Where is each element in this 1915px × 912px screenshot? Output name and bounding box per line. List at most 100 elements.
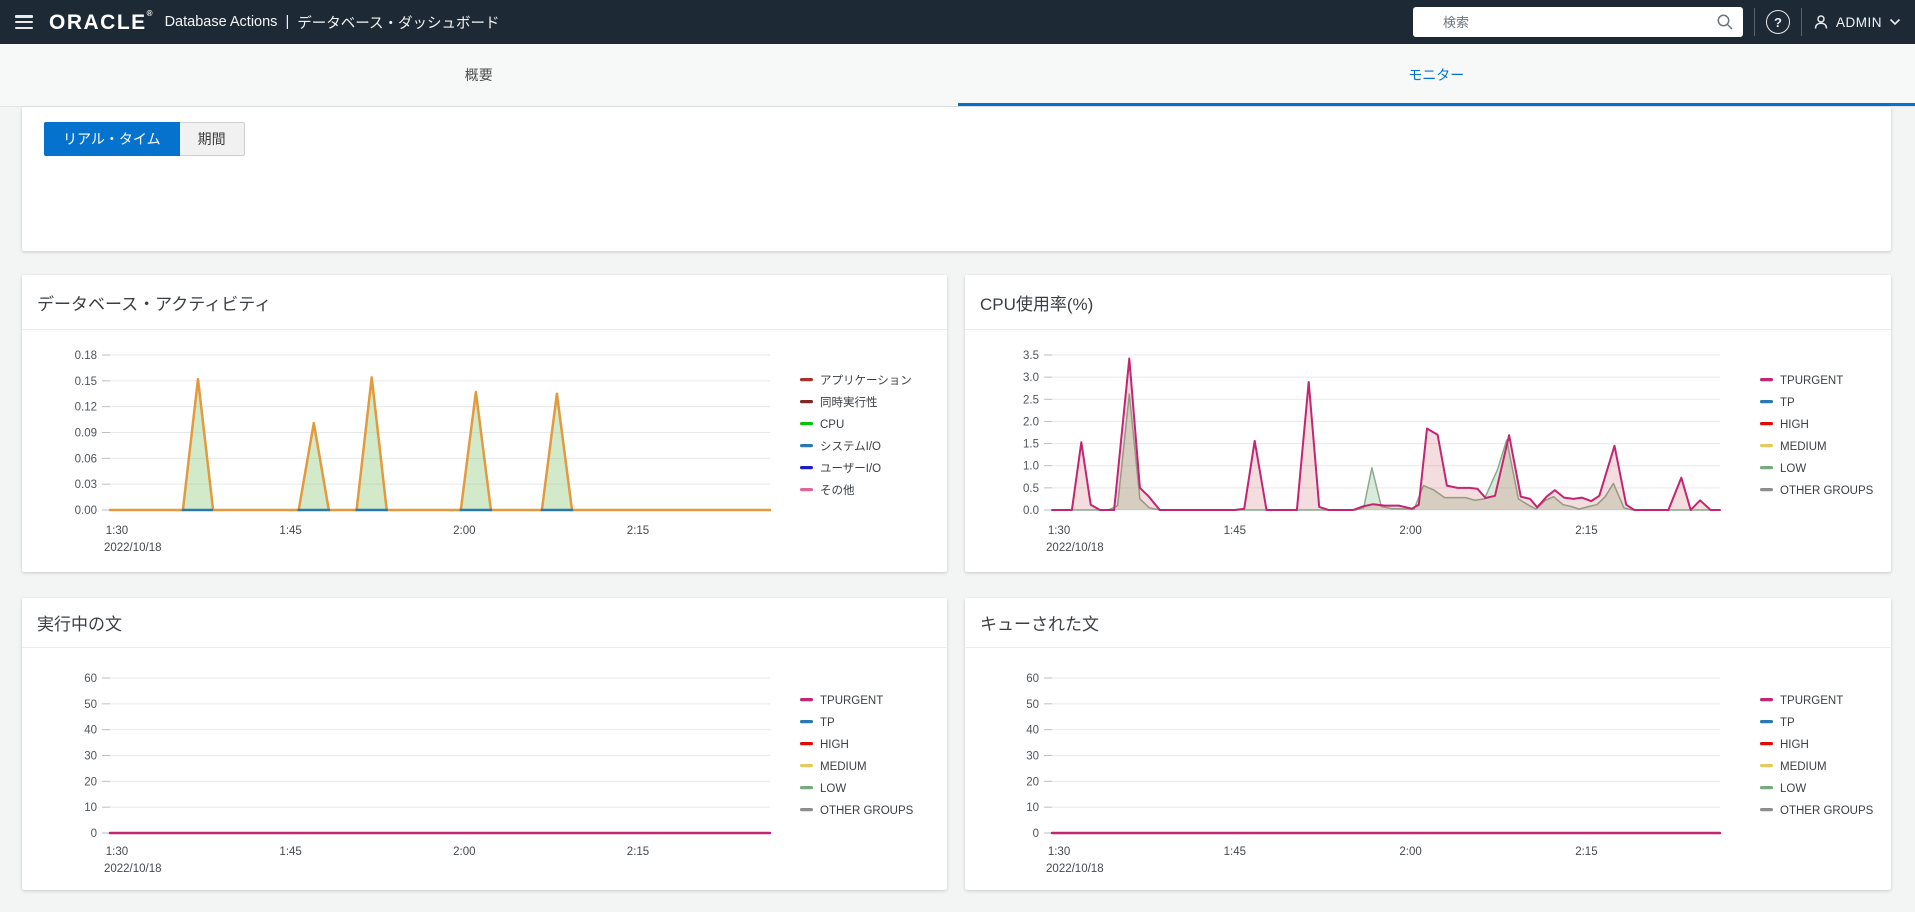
search-input[interactable] (1413, 7, 1743, 37)
chart-label: ユーザーI/O (820, 462, 881, 475)
realtime-button[interactable]: リアル・タイム (44, 122, 180, 156)
legend-swatch (1760, 698, 1773, 702)
chart-label: LOW (820, 783, 846, 795)
chart-label: TP (1780, 397, 1795, 409)
chart-label: 1:30 (1048, 846, 1070, 858)
chevron-down-icon (1889, 18, 1901, 26)
legend-swatch (800, 444, 813, 448)
page-title: データベース・ダッシュボード (297, 15, 500, 32)
legend-swatch (1760, 742, 1773, 746)
chart-label: 30 (1026, 751, 1039, 763)
user-icon (1814, 15, 1828, 29)
chart-label: 60 (84, 673, 97, 685)
chart-label: 3.0 (1023, 372, 1039, 384)
chart-label: 2022/10/18 (1046, 863, 1104, 875)
hamburger-menu-icon[interactable] (15, 15, 33, 29)
registered-mark: ® (146, 8, 153, 18)
app-title: Database Actions | データベース・ダッシュボード (165, 12, 500, 33)
database-activity-chart: 0.18 0.15 0.12 0.09 0.06 0.03 0.00 1:30 1:45 2:00… (75, 350, 912, 554)
user-menu[interactable]: ADMIN (1813, 14, 1901, 30)
cpu-usage-panel: CPU使用率(%) 3.5 3.0 2.5 2.0 1.5 1.0 0.5 0.0 1:30 1:… (965, 275, 1891, 572)
legend-swatch (800, 720, 813, 724)
chart-label: TPURGENT (1780, 375, 1843, 387)
title-separator: | (285, 14, 290, 30)
chart-label: 2:15 (627, 846, 649, 858)
queued-statements-panel: キューされた文 60 50 40 30 20 10 0 1:30 1:45 2:00 2:15 202… (965, 598, 1891, 890)
chart-label: 50 (1026, 699, 1039, 711)
chart-label: TPURGENT (820, 695, 883, 707)
legend-swatch (800, 742, 813, 746)
series-fill-TPURGENT (1052, 358, 1720, 510)
legend-swatch (1760, 720, 1773, 724)
legend-swatch (800, 400, 813, 404)
legend-swatch (1760, 808, 1773, 812)
chart-label: システムI/O (820, 440, 881, 453)
series-fill-wait-activity (110, 377, 770, 510)
chart-label: MEDIUM (1780, 761, 1827, 773)
legend-swatch (1760, 786, 1773, 790)
chart-label: 3.5 (1023, 350, 1039, 362)
chart-label: 2:15 (1575, 525, 1597, 537)
tab-overview[interactable]: 概要 (0, 44, 958, 106)
period-button[interactable]: 期間 (179, 122, 245, 156)
chart-label: 0.18 (75, 350, 97, 362)
help-icon[interactable]: ? (1766, 10, 1790, 34)
chart-label: 2022/10/18 (1046, 542, 1104, 554)
chart-label: 2:15 (1575, 846, 1597, 858)
chart-label: 1:45 (279, 525, 301, 537)
chart-label: LOW (1780, 463, 1806, 475)
chart-label: OTHER GROUPS (1780, 805, 1874, 817)
legend-swatch (1760, 466, 1773, 470)
chart-label: TP (1780, 717, 1795, 729)
legend-swatch (800, 422, 813, 426)
legend-swatch (1760, 444, 1773, 448)
chart-label: 10 (84, 802, 97, 814)
chart-label: 2:00 (1399, 525, 1421, 537)
queued-statements-chart: 60 50 40 30 20 10 0 1:30 1:45 2:00 2:15 2022/10/18 T… (1026, 673, 1874, 875)
oracle-logo: ORACLE® (49, 8, 153, 34)
chart-label: HIGH (1780, 739, 1809, 751)
database-activity-panel: データベース・アクティビティ 0.18 0.15 0.12 0.09 0.06 0.03 0… (22, 275, 947, 572)
chart-label: 2:15 (627, 525, 649, 537)
time-mode-panel: リアル・タイム 期間 (22, 107, 1891, 251)
chart-label: アプリケーション (820, 374, 912, 387)
chart-label: 10 (1026, 802, 1039, 814)
search-icon[interactable] (1716, 13, 1734, 31)
chart-label: 2.0 (1023, 416, 1039, 428)
user-name: ADMIN (1836, 14, 1882, 30)
legend-swatch (800, 698, 813, 702)
chart-label: 0.03 (75, 479, 97, 491)
chart-label: 2022/10/18 (104, 542, 162, 554)
legend-swatch (1760, 378, 1773, 382)
chart-label: 0.5 (1023, 483, 1039, 495)
legend-swatch (800, 378, 813, 382)
chart-label: 20 (1026, 776, 1039, 788)
chart-label: 同時実行性 (820, 395, 878, 409)
running-statements-panel: 実行中の文 60 50 40 30 20 10 0 1:30 1:45 2:00 2:15 2022/… (22, 598, 947, 890)
chart-label: 2:00 (1399, 846, 1421, 858)
chart-label: CPU (820, 419, 844, 431)
queued-statements-title: キューされた文 (965, 598, 1891, 648)
chart-label: MEDIUM (820, 761, 867, 773)
app-header: ORACLE® Database Actions | データベース・ダッシュボー… (0, 0, 1915, 44)
chart-label: 0.15 (75, 376, 97, 388)
legend-swatch (800, 764, 813, 768)
legend-swatch (800, 808, 813, 812)
time-mode-buttons: リアル・タイム 期間 (22, 107, 1891, 156)
chart-label: LOW (1780, 783, 1806, 795)
chart-label: 1:30 (106, 525, 128, 537)
tab-monitor[interactable]: モニター (958, 44, 1915, 106)
chart-label: 2:00 (453, 525, 475, 537)
chart-label: 1.5 (1023, 439, 1039, 451)
chart-label: 1:45 (1224, 846, 1246, 858)
chart-label: 1.0 (1023, 461, 1039, 473)
legend-swatch (800, 786, 813, 790)
chart-label: HIGH (820, 739, 849, 751)
chart-label: MEDIUM (1780, 441, 1827, 453)
chart-label: 0.09 (75, 428, 97, 440)
header-divider (1801, 8, 1802, 36)
chart-label: 2.5 (1023, 394, 1039, 406)
chart-label: 0.00 (75, 505, 97, 517)
database-activity-title: データベース・アクティビティ (22, 275, 947, 330)
chart-label: 0.06 (75, 453, 97, 465)
